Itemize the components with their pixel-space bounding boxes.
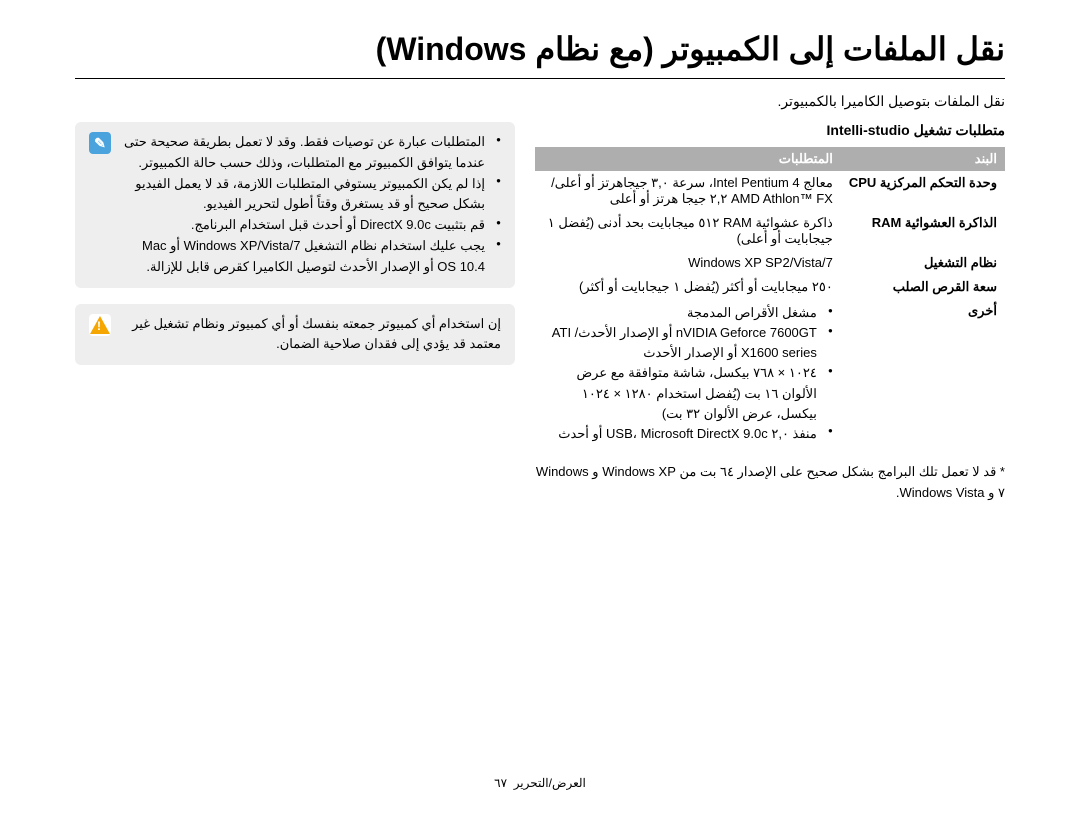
table-row: سعة القرص الصلب٢٥٠ ميجابايت أو أكثر (يُف… — [535, 275, 1005, 299]
table-cell-item: نظام التشغيل — [841, 251, 1005, 275]
table-row: نظام التشغيلWindows XP SP2/Vista/7 — [535, 251, 1005, 275]
table-cell-req: مشغل الأقراص المدمجةnVIDIA Geforce 7600G… — [535, 299, 841, 448]
page-title: نقل الملفات إلى الكمبيوتر (مع نظام Windo… — [75, 30, 1005, 68]
list-item: ١٠٢٤ × ٧٦٨ بيكسل، شاشة متوافقة مع عرض ال… — [543, 363, 833, 423]
list-item: nVIDIA Geforce 7600GT أو الإصدار الأحدث/… — [543, 323, 833, 363]
table-row: الذاكرة العشوائية RAMذاكرة عشوائية RAM ٥… — [535, 211, 1005, 251]
intro-text: نقل الملفات بتوصيل الكاميرا بالكمبيوتر. — [75, 93, 1005, 110]
list-item: مشغل الأقراص المدمجة — [543, 303, 833, 323]
list-item: قم بتثبيت DirectX 9.0c أو أحدث قبل استخد… — [121, 215, 501, 236]
divider — [75, 78, 1005, 79]
footer-section: العرض/التحرير — [514, 776, 586, 790]
requirements-table: البند المتطلبات وحدة التحكم المركزية CPU… — [535, 147, 1005, 448]
info-icon: ✎ — [89, 132, 111, 154]
table-cell-req: معالج Intel Pentium 4، سرعة ٣,٠ جيجاهرتز… — [535, 171, 841, 211]
table-cell-item: سعة القرص الصلب — [841, 275, 1005, 299]
table-row: وحدة التحكم المركزية CPUمعالج Intel Pent… — [535, 171, 1005, 211]
footnote: * قد لا تعمل تلك البرامج بشكل صحيح على ا… — [535, 462, 1005, 504]
info-note-box: ✎ المتطلبات عبارة عن توصيات فقط. وقد لا … — [75, 122, 515, 288]
table-header-req: المتطلبات — [535, 147, 841, 171]
table-header-item: البند — [841, 147, 1005, 171]
footer-page: ٦٧ — [494, 776, 507, 790]
list-item: إذا لم يكن الكمبيوتر يستوفي المتطلبات ال… — [121, 174, 501, 216]
table-cell-req: Windows XP SP2/Vista/7 — [535, 251, 841, 275]
table-cell-item: أخرى — [841, 299, 1005, 448]
page-footer: العرض/التحرير ٦٧ — [0, 776, 1080, 790]
info-note-list: المتطلبات عبارة عن توصيات فقط. وقد لا تع… — [121, 132, 501, 278]
warning-note-box: إن استخدام أي كمبيوتر جمعته بنفسك أو أي … — [75, 304, 515, 366]
table-cell-req: ٢٥٠ ميجابايت أو أكثر (يُفضل ١ جيجابايت أ… — [535, 275, 841, 299]
table-row: أخرىمشغل الأقراص المدمجةnVIDIA Geforce 7… — [535, 299, 1005, 448]
list-item: منفذ ٢,٠ USB، Microsoft DirectX 9.0c أو … — [543, 424, 833, 444]
table-cell-item: وحدة التحكم المركزية CPU — [841, 171, 1005, 211]
table-cell-req: ذاكرة عشوائية RAM ٥١٢ ميجابايت بحد أدنى … — [535, 211, 841, 251]
requirements-heading: متطلبات تشغيل Intelli-studio — [535, 122, 1005, 139]
list-item: المتطلبات عبارة عن توصيات فقط. وقد لا تع… — [121, 132, 501, 174]
table-cell-item: الذاكرة العشوائية RAM — [841, 211, 1005, 251]
list-item: يجب عليك استخدام نظام التشغيل Windows XP… — [121, 236, 501, 278]
warning-icon — [89, 314, 111, 336]
warning-text: إن استخدام أي كمبيوتر جمعته بنفسك أو أي … — [121, 314, 501, 356]
